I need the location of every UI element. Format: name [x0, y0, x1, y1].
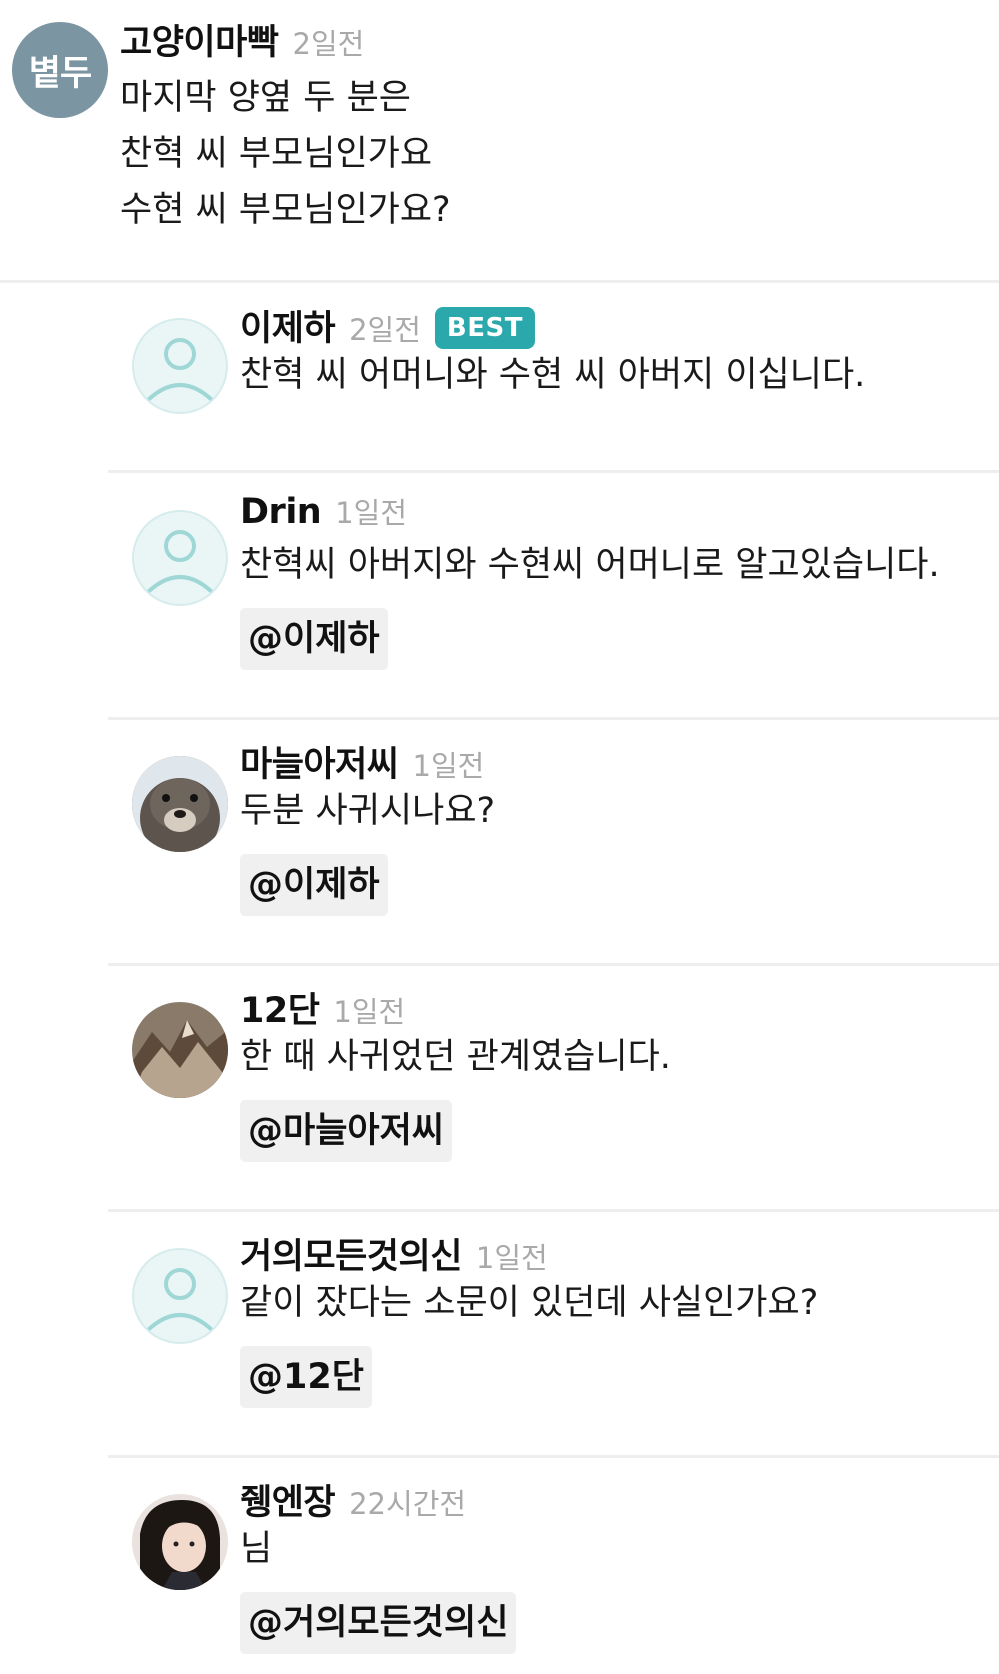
comment-header: 고양이마빡 2일전 [120, 14, 364, 64]
divider [108, 1209, 999, 1212]
author-name[interactable]: 쥉엔장 [240, 1474, 336, 1525]
reply-item: 거의모든것의신 1일전 같이 잤다는 소문이 있던데 사실인가요? @12단 [108, 1228, 999, 1453]
comment-line: 찬혁 씨 부모님인가요 [120, 134, 433, 174]
divider [0, 280, 999, 283]
author-name[interactable]: 고양이마빡 [120, 14, 279, 65]
reply-text: 두분 사귀시나요? [240, 791, 496, 831]
mention-tag[interactable]: @12단 [240, 1346, 372, 1408]
mention-tag[interactable]: @이제하 [240, 854, 388, 916]
timestamp: 22시간전 [349, 1487, 467, 1521]
reply-header: Drin 1일전 [240, 490, 407, 540]
timestamp: 2일전 [349, 313, 421, 347]
timestamp: 1일전 [475, 1241, 548, 1275]
divider [108, 470, 999, 473]
reply-header: 거의모든것의신 1일전 [240, 1228, 548, 1278]
reply-text: 찬혁 씨 어머니와 수현 씨 아버지 이십니다. [240, 355, 866, 395]
reply-header: 이제하 2일전 BEST [240, 300, 535, 350]
comment-thread: 볕두 고양이마빡 2일전 마지막 양옆 두 분은 찬혁 씨 부모님인가요 수현 … [0, 0, 999, 1674]
author-name[interactable]: Drin [240, 492, 322, 532]
reply-header: 마늘아저씨 1일전 [240, 736, 484, 786]
comment-line: 수현 씨 부모님인가요? [120, 190, 451, 230]
author-name[interactable]: 마늘아저씨 [240, 736, 399, 787]
comment-line: 마지막 양옆 두 분은 [120, 78, 411, 118]
top-comment: 볕두 고양이마빡 2일전 마지막 양옆 두 분은 찬혁 씨 부모님인가요 수현 … [0, 0, 999, 280]
divider [108, 717, 999, 720]
default-user-icon[interactable] [132, 510, 228, 606]
divider [108, 1455, 999, 1458]
best-badge: BEST [434, 307, 535, 349]
author-name[interactable]: 이제하 [240, 300, 336, 351]
reply-item: 12단 1일전 한 때 사귀었던 관계였습니다. @마늘아저씨 [108, 982, 999, 1207]
timestamp: 2일전 [292, 27, 365, 61]
reply-header: 쥉엔장 22시간전 [240, 1474, 466, 1524]
default-user-icon[interactable] [132, 318, 228, 414]
comment-body: 마지막 양옆 두 분은 찬혁 씨 부모님인가요 수현 씨 부모님인가요? [120, 70, 451, 238]
reply-text: 찬혁씨 아버지와 수현씨 어머니로 알고있습니다. [240, 545, 940, 585]
author-name[interactable]: 12단 [240, 982, 320, 1033]
reply-item: 이제하 2일전 BEST 찬혁 씨 어머니와 수현 씨 아버지 이십니다. [108, 300, 999, 470]
timestamp: 1일전 [335, 496, 408, 530]
reply-item: 쥉엔장 22시간전 님 @거의모든것의신 [108, 1474, 999, 1674]
mention-tag[interactable]: @마늘아저씨 [240, 1100, 453, 1162]
default-user-icon[interactable] [132, 1248, 228, 1344]
mention-tag[interactable]: @이제하 [240, 608, 388, 670]
otter-avatar[interactable] [132, 756, 228, 852]
rock-avatar[interactable] [132, 1002, 228, 1098]
person-avatar[interactable] [132, 1494, 228, 1590]
reply-header: 12단 1일전 [240, 982, 405, 1032]
reply-item: 마늘아저씨 1일전 두분 사귀시나요? @이제하 [108, 736, 999, 961]
reply-item: Drin 1일전 찬혁씨 아버지와 수현씨 어머니로 알고있습니다. @이제하 [108, 490, 999, 715]
divider [108, 963, 999, 966]
reply-text: 같이 잤다는 소문이 있던데 사실인가요? [240, 1283, 819, 1323]
author-name[interactable]: 거의모든것의신 [240, 1228, 462, 1279]
reply-text: 님 [240, 1529, 273, 1569]
timestamp: 1일전 [412, 749, 485, 783]
avatar[interactable]: 볕두 [12, 22, 108, 118]
mention-tag[interactable]: @거의모든것의신 [240, 1592, 517, 1654]
reply-text: 한 때 사귀었던 관계였습니다. [240, 1037, 671, 1077]
timestamp: 1일전 [333, 995, 406, 1029]
